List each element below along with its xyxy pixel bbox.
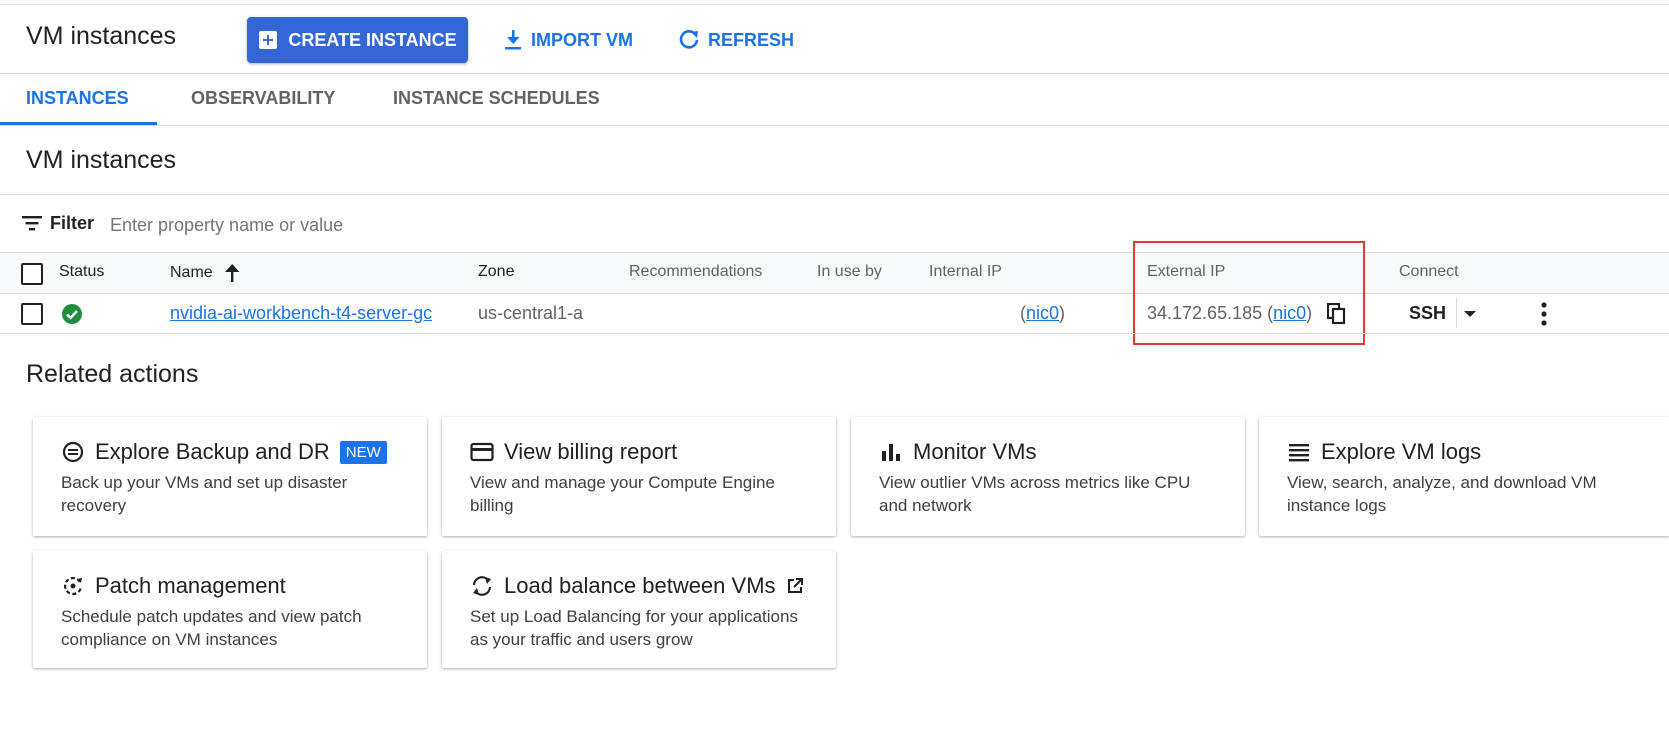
card-title: Monitor VMs — [913, 439, 1037, 464]
internal-ip-cell: (nic0) — [1020, 303, 1066, 323]
card-desc-line: Schedule patch updates and view patch — [61, 607, 362, 626]
column-zone[interactable]: Zone — [478, 263, 514, 281]
header-divider — [0, 73, 1669, 74]
billing-icon — [470, 442, 494, 462]
import-vm-button[interactable]: IMPORT VM — [503, 20, 633, 60]
create-instance-button[interactable]: CREATE INSTANCE — [247, 17, 468, 63]
card-load-balance[interactable]: Load balance between VMs Set up Load Bal… — [442, 551, 836, 668]
column-status[interactable]: Status — [59, 263, 104, 281]
card-billing-report[interactable]: View billing report View and manage your… — [442, 417, 836, 536]
internal-nic-link[interactable]: nic0 — [1026, 303, 1059, 323]
column-internal-ip[interactable]: Internal IP — [929, 263, 1002, 281]
section-divider — [0, 194, 1669, 195]
column-name-label: Name — [170, 264, 213, 281]
top-divider — [0, 4, 1669, 5]
card-description: View outlier VMs across metrics like CPU… — [879, 471, 1217, 517]
card-title: Load balance between VMs — [504, 573, 776, 598]
filter-input[interactable] — [108, 208, 712, 242]
card-description: View, search, analyze, and download VM i… — [1287, 471, 1641, 517]
card-desc-line: as your traffic and users grow — [470, 630, 693, 649]
ssh-button[interactable]: SSH — [1409, 303, 1446, 324]
card-description: Schedule patch updates and view patch co… — [61, 605, 399, 651]
card-description: Set up Load Balancing for your applicati… — [470, 605, 808, 651]
card-backup-dr[interactable]: Explore Backup and DR NEW Back up your V… — [33, 417, 427, 536]
import-vm-label: IMPORT VM — [531, 29, 633, 50]
external-ip-highlight — [1133, 241, 1365, 345]
card-desc-line: View outlier VMs across metrics like CPU — [879, 473, 1191, 492]
tabs-divider — [0, 125, 1669, 126]
instance-name-link[interactable]: nvidia-ai-workbench-t4-server-gc — [170, 303, 432, 324]
card-title: Explore Backup and DR — [95, 439, 330, 464]
card-desc-line: View and manage your Compute Engine — [470, 473, 775, 492]
card-description: View and manage your Compute Engine bill… — [470, 471, 808, 517]
card-desc-line: View, search, analyze, and download VM — [1287, 473, 1597, 492]
instance-zone: us-central1-a — [478, 303, 584, 323]
page-title: VM instances — [26, 22, 177, 50]
card-desc-line: and network — [879, 496, 972, 515]
tab-observability[interactable]: OBSERVABILITY — [191, 88, 335, 109]
card-patch-management[interactable]: Patch management Schedule patch updates … — [33, 551, 427, 668]
more-vert-icon[interactable] — [1539, 301, 1549, 327]
chevron-down-icon[interactable] — [1463, 309, 1477, 319]
column-in-use-by[interactable]: In use by — [817, 263, 882, 281]
card-title: Explore VM logs — [1321, 439, 1482, 464]
card-desc-line: Back up your VMs and set up disaster — [61, 473, 348, 492]
card-title: Patch management — [95, 573, 286, 598]
patch-icon — [63, 576, 83, 596]
card-vm-logs[interactable]: Explore VM logs View, search, analyze, a… — [1259, 417, 1669, 536]
tab-instance-schedules[interactable]: INSTANCE SCHEDULES — [393, 88, 600, 109]
bar-chart-icon — [882, 444, 900, 461]
download-icon — [505, 30, 521, 50]
card-desc-line: billing — [470, 496, 514, 515]
column-recommendations[interactable]: Recommendations — [629, 263, 762, 281]
sort-ascending-icon[interactable] — [223, 263, 241, 283]
column-connect[interactable]: Connect — [1399, 263, 1459, 281]
card-monitor-vms[interactable]: Monitor VMs View outlier VMs across metr… — [851, 417, 1245, 536]
tab-instances[interactable]: INSTANCES — [26, 88, 129, 109]
card-desc-line: Set up Load Balancing for your applicati… — [470, 607, 798, 626]
related-actions-title: Related actions — [26, 360, 199, 388]
card-description: Back up your VMs and set up disaster rec… — [61, 471, 399, 517]
backup-icon — [62, 441, 84, 463]
status-running-icon — [62, 304, 82, 324]
refresh-icon — [679, 30, 699, 49]
select-all-checkbox[interactable] — [21, 263, 43, 285]
load-balance-icon — [472, 576, 492, 596]
row-divider — [0, 333, 1669, 334]
row-checkbox[interactable] — [21, 303, 43, 325]
column-name[interactable]: Name — [170, 263, 241, 283]
card-desc-line: compliance on VM instances — [61, 630, 278, 649]
refresh-label: REFRESH — [708, 29, 795, 50]
filter-icon[interactable] — [22, 214, 42, 232]
add-box-icon — [259, 31, 278, 49]
create-instance-label: CREATE INSTANCE — [288, 29, 457, 50]
section-title: VM instances — [26, 146, 177, 174]
card-desc-line: instance logs — [1287, 496, 1387, 515]
card-desc-line: recovery — [61, 496, 127, 515]
card-title: View billing report — [504, 439, 678, 464]
new-badge: NEW — [339, 440, 387, 464]
open-in-new-icon — [787, 578, 803, 593]
filter-label: Filter — [50, 213, 95, 233]
logs-icon — [1289, 444, 1309, 462]
refresh-button[interactable]: REFRESH — [678, 20, 794, 60]
ssh-separator — [1456, 298, 1457, 328]
